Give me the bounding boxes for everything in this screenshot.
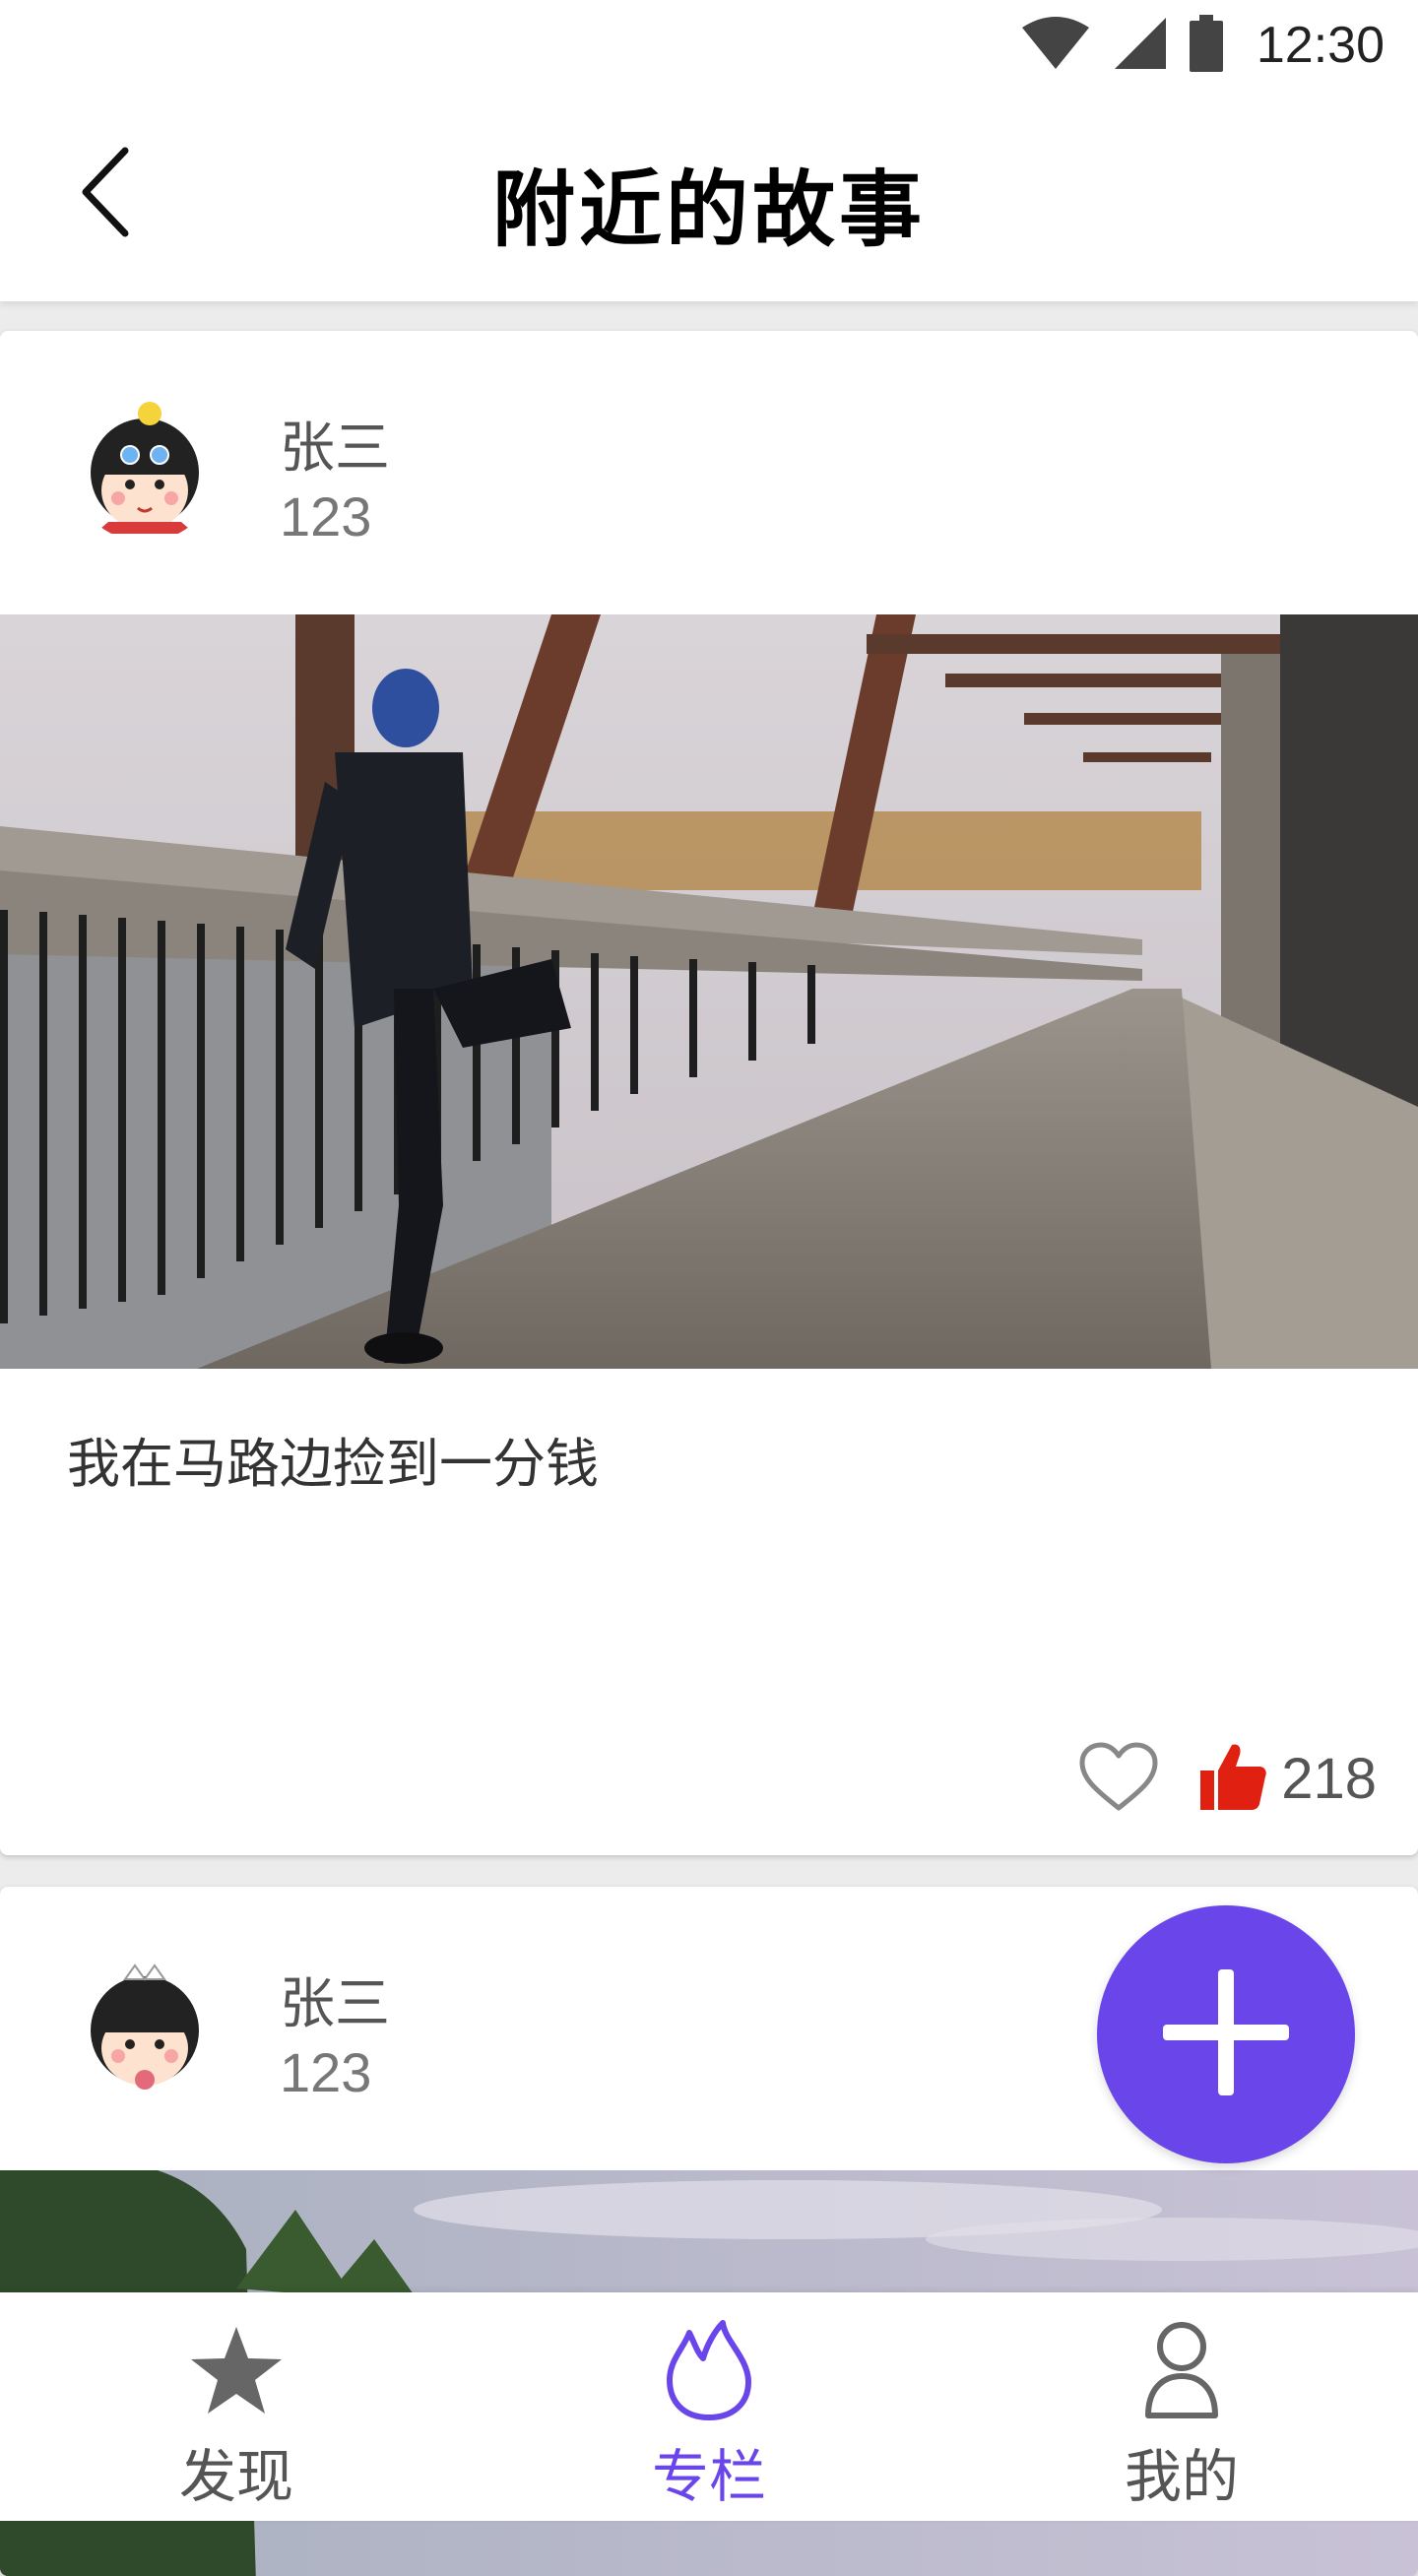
author-subtitle: 123 xyxy=(280,485,372,547)
author-subtitle: 123 xyxy=(280,2041,372,2103)
story-card[interactable]: 张三 123 xyxy=(0,331,1418,1855)
nav-label: 我的 xyxy=(1124,2443,1239,2510)
status-icons: 12:30 xyxy=(1020,14,1385,77)
avatar[interactable] xyxy=(71,1950,219,2097)
like-button[interactable]: 218 xyxy=(1198,1741,1377,1816)
story-text: 我在马路边捡到一分钱 xyxy=(67,1433,599,1495)
thumbs-up-icon xyxy=(1198,1741,1267,1816)
person-icon xyxy=(1128,2316,1236,2424)
author-name: 张三 xyxy=(280,1972,390,2036)
author-name: 张三 xyxy=(280,417,390,481)
wifi-icon xyxy=(1020,16,1091,75)
nav-label: 发现 xyxy=(178,2443,293,2510)
status-time: 12:30 xyxy=(1256,17,1385,74)
add-story-button[interactable] xyxy=(1097,1905,1355,2163)
card-header: 张三 123 xyxy=(0,331,1418,613)
story-photo[interactable] xyxy=(0,614,1418,1369)
nav-label: 专栏 xyxy=(651,2443,766,2510)
nav-item-discover[interactable]: 发现 xyxy=(0,2292,473,2521)
like-count: 218 xyxy=(1281,1746,1377,1811)
flame-icon xyxy=(655,2316,763,2424)
battery-icon xyxy=(1189,15,1223,76)
nav-item-mine[interactable]: 我的 xyxy=(945,2292,1418,2521)
bottom-nav: 发现 专栏 我的 xyxy=(0,2292,1418,2521)
status-bar: 12:30 xyxy=(0,0,1418,91)
signal-icon xyxy=(1113,16,1168,75)
star-icon xyxy=(182,2316,290,2424)
page-title: 附近的故事 xyxy=(491,161,926,258)
plus-icon xyxy=(1157,1964,1295,2105)
card-actions: 218 xyxy=(1078,1739,1377,1818)
avatar[interactable] xyxy=(71,394,219,542)
nav-item-column[interactable]: 专栏 xyxy=(473,2292,945,2521)
app-header: 附近的故事 xyxy=(0,91,1418,301)
heart-outline-icon[interactable] xyxy=(1078,1741,1159,1816)
